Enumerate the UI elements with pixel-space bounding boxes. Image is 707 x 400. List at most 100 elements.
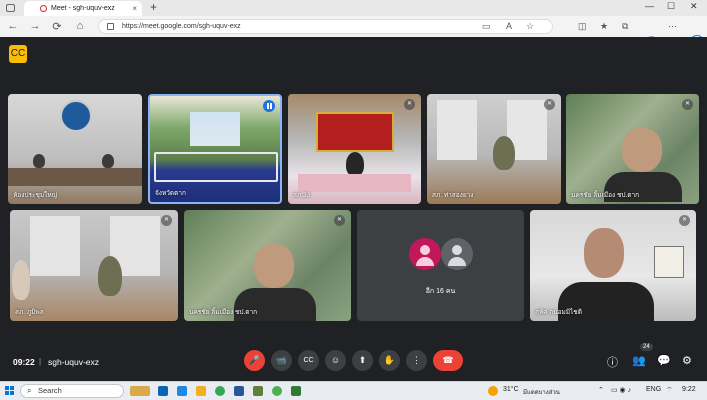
language-indicator[interactable]: ENG xyxy=(646,386,661,393)
participant-name: สภ. ท่าสองยาง xyxy=(432,192,474,199)
meet-stage xyxy=(0,37,707,381)
taskbar: ⌕ Search 31°C มีแดดบางส่วน ⌃ ▭ ◉ ♪ ENG ⌔… xyxy=(0,381,707,400)
mic-off-icon: ✕ xyxy=(679,215,690,226)
file-explorer-icon[interactable] xyxy=(196,386,206,396)
clock[interactable]: 9:22 xyxy=(682,386,696,393)
participant-figure xyxy=(12,260,30,300)
mic-off-icon: ✕ xyxy=(544,99,555,110)
captions-button[interactable]: CC xyxy=(298,350,319,371)
more-options-button[interactable]: ⋮ xyxy=(406,350,427,371)
address-row: ← → ⟳ ⌂ https://meet.google.com/sgh-uquv… xyxy=(0,17,707,49)
mic-off-icon: ✕ xyxy=(404,99,415,110)
conference-table xyxy=(154,152,278,182)
maximize-button[interactable]: ☐ xyxy=(667,1,675,12)
task-view-icon[interactable] xyxy=(158,386,168,396)
participant-name: สภ.33 xyxy=(293,192,311,199)
participant-figure xyxy=(493,136,515,170)
stage-banner xyxy=(316,112,394,152)
tab-meet[interactable]: Meet - sgh-uquv-exz × xyxy=(24,1,142,16)
waterfall-backdrop xyxy=(190,112,240,146)
edge-app-icon[interactable] xyxy=(177,386,187,396)
participant-name: ห้องประชุมใหญ่ xyxy=(13,192,58,199)
meeting-code: sgh-uquv-exz xyxy=(48,357,100,367)
app-icon[interactable] xyxy=(291,386,301,396)
close-window-button[interactable]: ✕ xyxy=(690,1,698,12)
video-tile[interactable]: ✕ สุทัศ ถนอมมิไชติ xyxy=(530,210,696,321)
participant-figure xyxy=(102,154,114,168)
taskbar-widget-icon[interactable] xyxy=(130,386,150,396)
tab-close-button[interactable]: × xyxy=(132,4,137,13)
participant-figure xyxy=(98,256,122,296)
avatar xyxy=(409,238,441,270)
word-app-icon[interactable] xyxy=(234,386,244,396)
mic-off-icon: ✕ xyxy=(334,215,345,226)
collections-icon[interactable]: ⧉ xyxy=(622,21,628,32)
weather-temp[interactable]: 31°C xyxy=(503,386,519,393)
windows-start-icon[interactable] xyxy=(5,386,14,395)
minimize-button[interactable]: — xyxy=(645,1,654,11)
back-button[interactable]: ← xyxy=(6,20,20,32)
app-icon[interactable] xyxy=(272,386,282,396)
menu-dots-icon[interactable]: ⋯ xyxy=(668,21,677,32)
end-call-button[interactable]: ☎ xyxy=(433,350,463,371)
video-tile[interactable]: ✕ สภ. ท่าสองยาง xyxy=(427,94,561,204)
video-tile[interactable]: ✕ สภ. ภูมิพล xyxy=(10,210,178,321)
others-count-label: อีก 16 คน xyxy=(425,288,456,295)
table-shape xyxy=(298,174,411,192)
tray-icons[interactable]: ▭ ◉ ♪ xyxy=(611,386,631,394)
participant-name: จังหวัดตาก xyxy=(155,190,186,197)
lock-icon xyxy=(107,23,114,30)
video-tile[interactable]: ✕ นครชัย ลิ้มเมือง ชป.ตาก xyxy=(566,94,699,204)
tab-bar: Meet - sgh-uquv-exz × + — ☐ ✕ xyxy=(0,0,707,16)
activities-button[interactable]: ⚙ xyxy=(682,354,692,367)
participant-name: นครชัย ลิ้มเมือง ชป.ตาก xyxy=(571,192,640,199)
app-icon[interactable] xyxy=(253,386,263,396)
url-text: https://meet.google.com/sgh-uquv-exz xyxy=(122,23,241,30)
present-button[interactable]: ⬆ xyxy=(352,350,373,371)
camera-permission-icon[interactable]: ▭ xyxy=(482,21,491,32)
emblem-icon xyxy=(60,100,92,132)
mic-off-icon: ✕ xyxy=(682,99,693,110)
meeting-time: 09:22 xyxy=(13,357,35,367)
participant-face xyxy=(254,244,294,288)
split-screen-icon[interactable]: ◫ xyxy=(578,21,587,32)
tab-title: Meet - sgh-uquv-exz xyxy=(51,5,115,12)
camera-toggle-button[interactable]: 📹 xyxy=(271,350,292,371)
participant-count-badge: 24 xyxy=(640,343,653,351)
video-tile[interactable]: ✕ นครชัย ลิ้มเมือง ชป.ตาก xyxy=(184,210,351,321)
emoji-button[interactable]: ☺ xyxy=(325,350,346,371)
tray-network-icon[interactable]: ⌔ xyxy=(666,386,673,395)
record-icon xyxy=(40,5,47,12)
mic-toggle-button[interactable]: 🎤 xyxy=(244,350,265,371)
weather-desc[interactable]: มีแดดบางส่วน xyxy=(523,387,560,397)
sidebar-toggle-icon[interactable] xyxy=(6,4,15,12)
raise-hand-button[interactable]: ✋ xyxy=(379,350,400,371)
new-tab-button[interactable]: + xyxy=(150,0,157,14)
home-button[interactable]: ⌂ xyxy=(73,20,87,32)
weather-icon xyxy=(488,386,498,396)
browser-chrome: Meet - sgh-uquv-exz × + — ☐ ✕ ← → ⟳ ⌂ ht… xyxy=(0,0,707,49)
avatar xyxy=(441,238,473,270)
favorites-icon[interactable]: ★ xyxy=(600,21,608,32)
video-tile[interactable]: ✕ สภ.33 xyxy=(288,94,421,204)
window-shape xyxy=(30,216,80,276)
others-tile[interactable]: อีก 16 คน xyxy=(357,210,524,321)
participant-face xyxy=(584,228,624,278)
forward-button[interactable]: → xyxy=(28,20,42,32)
info-button[interactable]: ⓘ xyxy=(607,354,618,370)
participant-name: สุทัศ ถนอมมิไชติ xyxy=(535,309,582,316)
reload-button[interactable]: ⟳ xyxy=(50,20,64,33)
video-tile[interactable]: ห้องประชุมใหญ่ xyxy=(8,94,142,204)
people-button[interactable]: 👥 xyxy=(632,354,646,367)
chat-button[interactable]: 💬 xyxy=(657,354,671,367)
chrome-app-icon[interactable] xyxy=(215,386,225,396)
mic-off-icon: ✕ xyxy=(161,215,172,226)
captions-badge[interactable]: CC xyxy=(9,45,27,63)
window-shape xyxy=(437,100,477,160)
favorite-star-icon[interactable]: ☆ xyxy=(526,21,534,32)
participant-name: สภ. ภูมิพล xyxy=(15,309,44,316)
read-aloud-icon[interactable]: A xyxy=(506,21,512,31)
tray-arrow-icon[interactable]: ⌃ xyxy=(598,386,604,394)
video-tile-active[interactable]: จังหวัดตาก xyxy=(148,94,282,204)
taskbar-search[interactable]: ⌕ Search xyxy=(20,384,124,398)
